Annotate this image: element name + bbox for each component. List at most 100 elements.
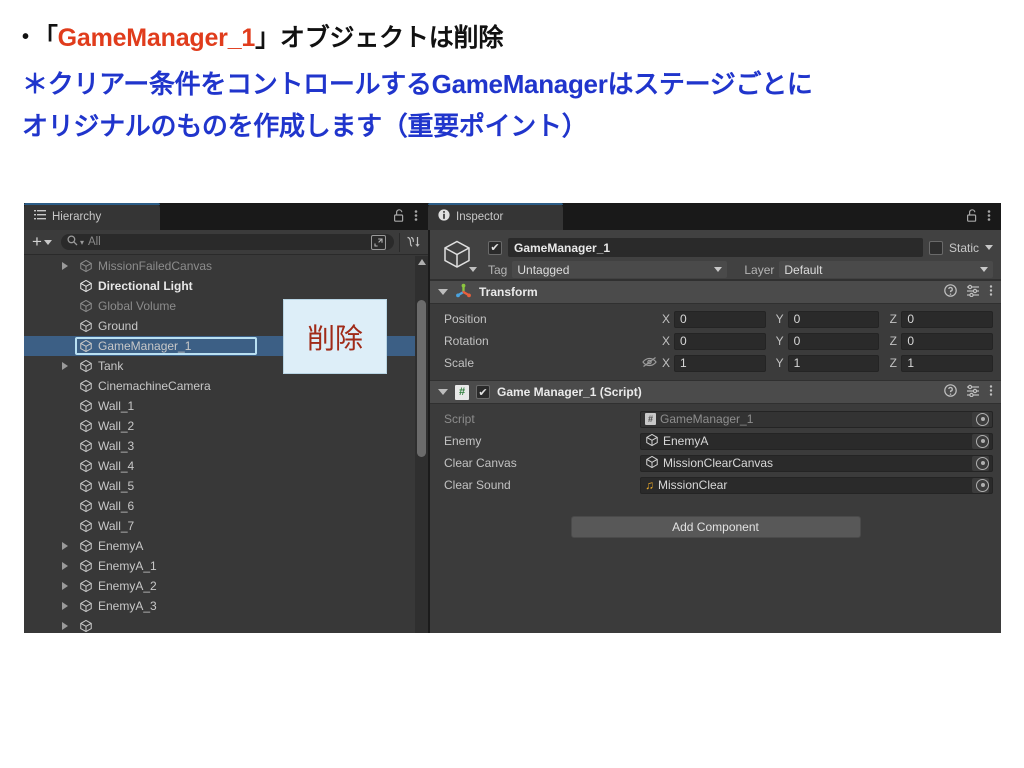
axis-label-z: Z	[885, 312, 901, 326]
inspector-tab-icons	[967, 203, 991, 230]
hierarchy-item-wall-4[interactable]: Wall_4	[24, 456, 428, 476]
object-picker-button[interactable]	[972, 434, 989, 449]
rotation-x-input[interactable]: 0	[674, 333, 766, 350]
gameobject-cube-icon	[79, 459, 93, 473]
tab-inspector-label: Inspector	[456, 211, 503, 223]
component-enabled-checkbox[interactable]: ✔	[476, 385, 490, 399]
hierarchy-item-wall-1[interactable]: Wall_1	[24, 396, 428, 416]
gameobject-cube-icon	[79, 619, 93, 633]
hierarchy-item-enemya-3[interactable]: EnemyA_3	[24, 596, 428, 616]
chevron-down-icon[interactable]	[985, 245, 993, 250]
audio-note-icon: ♫	[645, 478, 654, 492]
expand-arrow-icon[interactable]	[62, 542, 68, 550]
scale-y-input[interactable]: 1	[788, 355, 880, 372]
gameobject-cube-icon	[79, 599, 93, 613]
hierarchy-item-wall-5[interactable]: Wall_5	[24, 476, 428, 496]
property-row-rotation: Rotation X 0 Y 0 Z 0	[430, 330, 1001, 352]
gameobject-cube-icon	[645, 455, 659, 472]
object-name-value: GameManager_1	[514, 241, 610, 255]
object-enabled-checkbox[interactable]: ✔	[488, 241, 502, 255]
rotation-y-input[interactable]: 0	[788, 333, 880, 350]
object-picker-button[interactable]	[972, 478, 989, 493]
clear-sound-object-field[interactable]: ♫MissionClear	[640, 477, 993, 494]
hierarchy-item-wall-6[interactable]: Wall_6	[24, 496, 428, 516]
lock-open-icon[interactable]	[967, 209, 978, 225]
hierarchy-tabstrip: Hierarchy	[24, 203, 428, 230]
hierarchy-item-wall-3[interactable]: Wall_3	[24, 436, 428, 456]
tab-hierarchy[interactable]: Hierarchy	[24, 203, 160, 230]
enemy-object-field[interactable]: EnemyA	[640, 433, 993, 450]
preset-icon[interactable]	[966, 384, 980, 400]
property-label: Rotation	[444, 334, 640, 348]
axis-label-x: X	[658, 312, 674, 326]
kebab-menu-icon[interactable]	[987, 209, 991, 225]
scale-z-input[interactable]: 1	[901, 355, 993, 372]
preset-icon[interactable]	[966, 284, 980, 300]
scale-x-input[interactable]: 1	[674, 355, 766, 372]
annotation-delete-callout: 削除	[283, 299, 387, 374]
hierarchy-panel: + ▾ All Mis	[24, 230, 428, 633]
hierarchy-scrollbar[interactable]	[415, 256, 428, 633]
expand-arrow-icon[interactable]	[62, 562, 68, 570]
position-y-input[interactable]: 0	[788, 311, 880, 328]
add-component-button[interactable]: Add Component	[571, 516, 861, 538]
expand-arrow-icon[interactable]	[62, 262, 68, 270]
hierarchy-item-label: GameManager_1	[98, 339, 191, 353]
foldout-arrow-icon[interactable]	[438, 389, 448, 395]
hierarchy-item-enemya[interactable]: EnemyA	[24, 536, 428, 556]
rotation-z-input[interactable]: 0	[901, 333, 993, 350]
hierarchy-item-enemya-2[interactable]: EnemyA_2	[24, 576, 428, 596]
sort-icon[interactable]	[401, 232, 425, 252]
hierarchy-item-missionfailedcanvas[interactable]: MissionFailedCanvas	[24, 256, 428, 276]
script-object-field[interactable]: #GameManager_1	[640, 411, 993, 428]
expand-arrow-icon[interactable]	[62, 602, 68, 610]
position-z-input[interactable]: 0	[901, 311, 993, 328]
component-header[interactable]: Transform	[430, 280, 1001, 304]
layer-dropdown[interactable]: Default	[779, 261, 993, 278]
hierarchy-item-partial[interactable]	[24, 616, 428, 633]
hierarchy-item-label: Tank	[98, 359, 123, 373]
chevron-down-icon[interactable]	[469, 267, 477, 272]
scene-visibility-icon[interactable]	[371, 235, 386, 250]
hierarchy-item-label: Wall_1	[98, 399, 134, 413]
gameobject-cube-icon	[79, 419, 93, 433]
property-row-position: Position X 0 Y 0 Z 0	[430, 308, 1001, 330]
kebab-menu-icon[interactable]	[989, 384, 993, 400]
constrain-proportions-off-icon[interactable]	[640, 356, 658, 371]
tab-inspector[interactable]: Inspector	[428, 203, 563, 230]
clear-canvas-object-field[interactable]: MissionClearCanvas	[640, 455, 993, 472]
scroll-up-arrow-icon[interactable]	[418, 259, 426, 265]
gameobject-cube-icon[interactable]	[441, 238, 475, 272]
scrollbar-thumb[interactable]	[417, 300, 426, 457]
static-checkbox[interactable]: ✔	[929, 241, 943, 255]
expand-arrow-icon[interactable]	[62, 362, 68, 370]
hierarchy-item-wall-2[interactable]: Wall_2	[24, 416, 428, 436]
hierarchy-item-wall-7[interactable]: Wall_7	[24, 516, 428, 536]
hierarchy-item-cinemachinecamera[interactable]: CinemachineCamera	[24, 376, 428, 396]
help-icon[interactable]	[944, 284, 957, 300]
hierarchy-item-enemya-1[interactable]: EnemyA_1	[24, 556, 428, 576]
position-x-input[interactable]: 0	[674, 311, 766, 328]
search-input[interactable]: ▾ All	[61, 234, 394, 250]
chevron-down-icon	[44, 240, 52, 245]
expand-arrow-icon[interactable]	[62, 622, 68, 630]
gameobject-cube-icon	[79, 539, 93, 553]
hierarchy-item-directional-light[interactable]: Directional Light	[24, 276, 428, 296]
kebab-menu-icon[interactable]	[989, 284, 993, 300]
object-name-input[interactable]: GameManager_1	[508, 238, 923, 257]
hierarchy-item-label: EnemyA	[98, 539, 143, 553]
component-header[interactable]: #✔ Game Manager_1 (Script)	[430, 380, 1001, 404]
axis-label-y: Y	[772, 334, 788, 348]
help-icon[interactable]	[944, 384, 957, 400]
expand-arrow-icon[interactable]	[62, 582, 68, 590]
gameobject-cube-icon	[79, 259, 93, 273]
object-picker-button[interactable]	[972, 456, 989, 471]
add-gameobject-button[interactable]: +	[27, 235, 57, 249]
object-picker-button[interactable]	[972, 412, 989, 427]
inspector-object-header: ✔ GameManager_1 ✔ Static Tag Untagged La…	[430, 230, 1001, 280]
tag-dropdown[interactable]: Untagged	[512, 261, 727, 278]
hierarchy-item-label: Wall_2	[98, 419, 134, 433]
kebab-menu-icon[interactable]	[414, 209, 418, 225]
foldout-arrow-icon[interactable]	[438, 289, 448, 295]
lock-open-icon[interactable]	[394, 209, 405, 225]
